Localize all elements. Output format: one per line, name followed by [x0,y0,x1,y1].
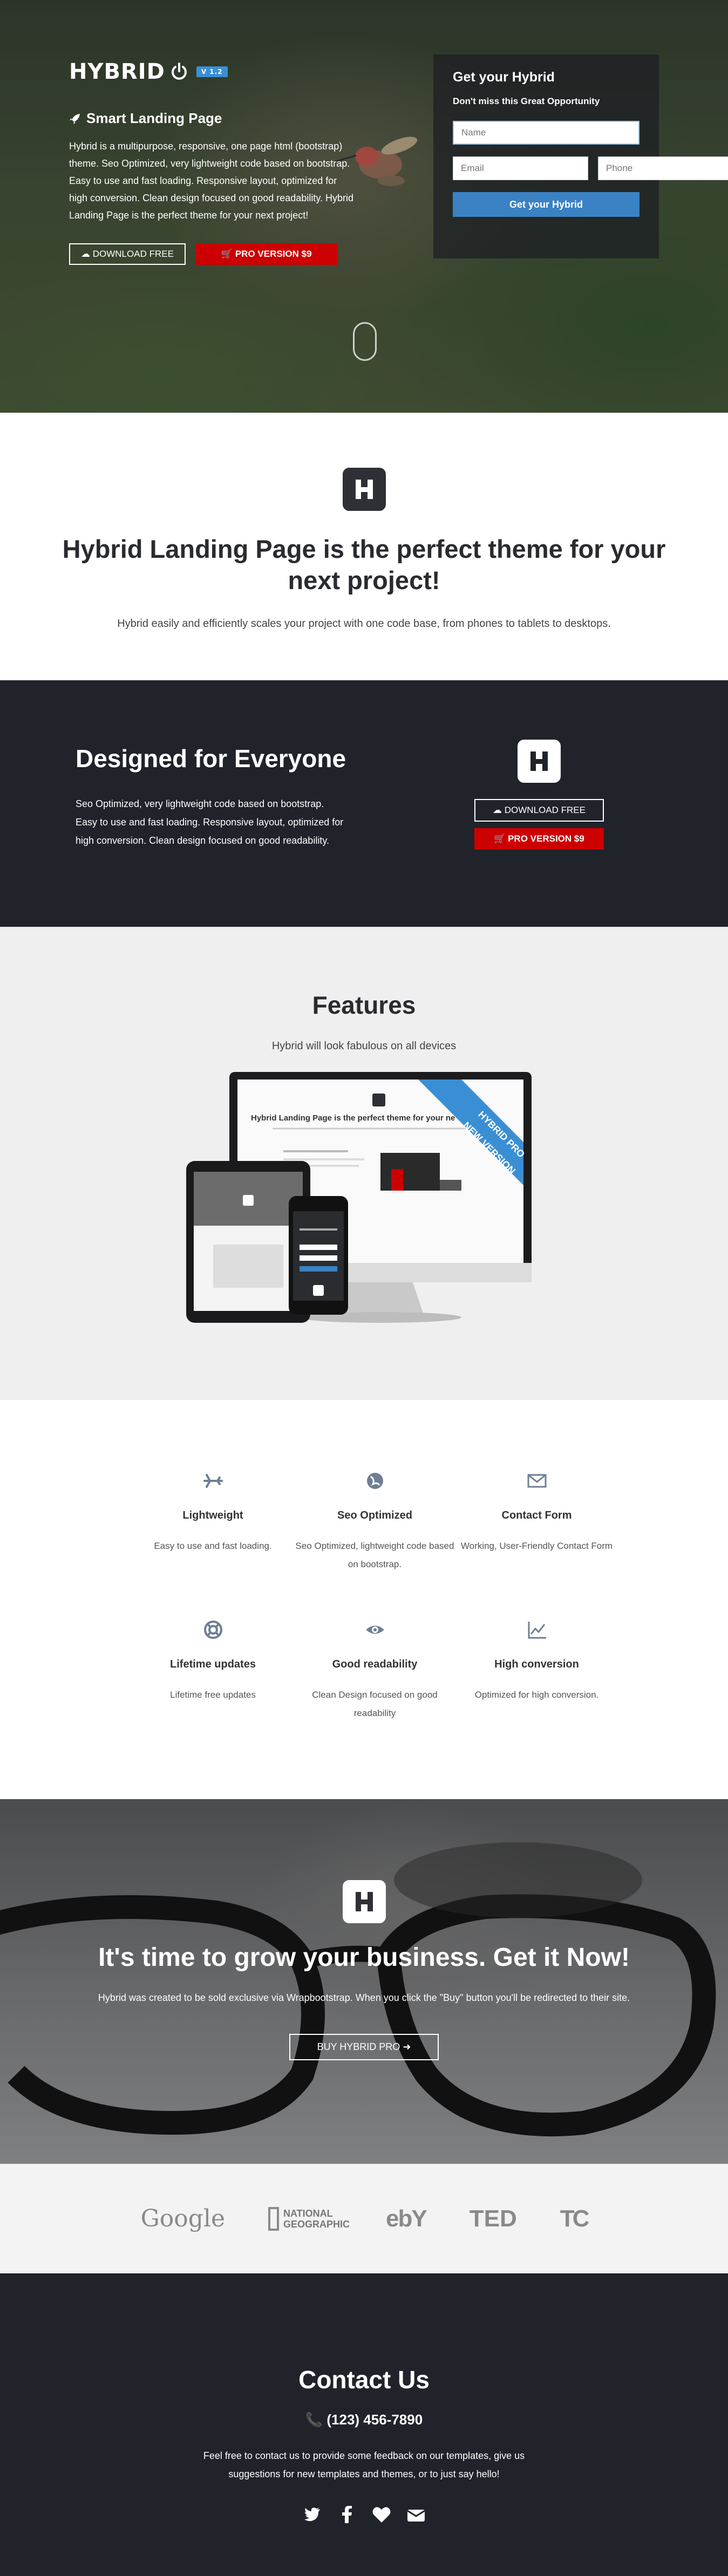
pro-version-button[interactable]: 🛒 PRO VERSION $9 [474,828,604,850]
buy-pro-button[interactable]: BUY HYBRID PRO ➜ [289,2034,439,2060]
brand-name: HYBRID [69,59,165,84]
twitter-icon[interactable] [303,2505,322,2524]
feature-item: High conversion Optimized for high conve… [456,1619,618,1723]
cart-icon: 🛒 [494,833,506,844]
hero-subtitle: Smart Landing Page [69,110,355,127]
eye-icon [365,1625,384,1634]
hero-subtitle-text: Smart Landing Page [86,110,222,126]
heart-icon[interactable] [372,2505,391,2524]
social-links [0,2505,728,2524]
envelope-icon [527,1474,546,1488]
contact-title: Contact Us [298,2366,430,2394]
intro-title: Hybrid Landing Page is the perfect theme… [62,535,666,595]
get-hybrid-button[interactable]: Get your Hybrid [453,192,639,217]
h-logo-icon [342,468,386,511]
techcrunch-logo: TC [560,2205,590,2232]
feature-text: Easy to use and fast loading. [154,1541,272,1551]
devices-mockup: Hybrid Landing Page is the perfect theme… [186,1072,542,1352]
cta-section: It's time to grow your business. Get it … [0,1799,728,2164]
feature-item: Seo Optimized Seo Optimized, lightweight… [294,1470,456,1574]
feature-text: Optimized for high conversion. [474,1690,599,1700]
contact-phone[interactable]: 📞 (123) 456-7890 [0,2411,728,2428]
feature-title: Lifetime updates [170,1658,256,1670]
phone-input[interactable] [598,156,728,180]
brand-logo[interactable]: HYBRID V 1.2 [69,59,355,84]
form-title: Get your Hybrid [453,70,555,85]
feature-item: Lightweight Easy to use and fast loading… [132,1470,294,1574]
designed-text: Seo Optimized, very lightweight code bas… [76,798,344,846]
cart-icon: 🛒 [221,249,233,259]
features-subtitle: Hybrid will look fabulous on all devices [271,1040,457,1052]
envelope-icon[interactable] [406,2505,426,2524]
pro-version-label: PRO VERSION $9 [508,833,584,844]
ted-logo: TED [469,2205,517,2232]
hero-section: HYBRID V 1.2 Smart Landing Page Hybrid i… [0,0,728,413]
designed-title: Designed for Everyone [76,744,346,773]
name-input[interactable] [453,121,639,145]
pro-version-button[interactable]: 🛒 PRO VERSION $9 [195,243,338,265]
signup-form: Get your Hybrid Don't miss this Great Op… [433,54,728,258]
feature-grid-section: Lightweight Easy to use and fast loading… [0,1400,728,1799]
feature-title: Contact Form [501,1509,572,1521]
feature-text: Lifetime free updates [170,1690,256,1700]
feature-item: Lifetime updates Lifetime free updates [132,1619,294,1723]
logos-section: Google NATIONAL GEOGRAPHIC ebY TED TC [0,2164,728,2273]
download-free-button[interactable]: ☁ DOWNLOAD FREE [474,799,604,822]
globe-icon [366,1473,383,1489]
email-input[interactable] [453,156,588,180]
features-title: Features [312,991,416,1019]
ebay-logo: ebY [386,2205,427,2232]
power-icon [171,63,187,80]
cloud-download-icon: ☁ [493,805,502,815]
chart-icon [528,1622,546,1639]
google-logo: Google [140,2205,226,2232]
cta-title: It's time to grow your business. Get it … [98,1943,630,1972]
scroll-down-mouse-icon[interactable] [353,322,377,361]
h-logo-icon [342,1880,386,1923]
national-geographic-text: NATIONAL GEOGRAPHIC [283,2208,350,2230]
download-free-label: DOWNLOAD FREE [92,249,174,259]
screen-title: Hybrid Landing Page is the perfect theme… [251,1113,455,1123]
pro-version-label: PRO VERSION $9 [235,249,312,259]
facebook-icon[interactable] [337,2505,357,2524]
h-logo-icon [518,740,561,783]
hero-description: Hybrid is a multipurpose, responsive, on… [69,141,353,221]
feature-title: Lightweight [182,1509,243,1521]
contact-section: Contact Us 📞 (123) 456-7890 Feel free to… [0,2273,728,2576]
cloud-download-icon: ☁ [81,249,90,259]
feature-item: Contact Form Working, User-Friendly Cont… [456,1470,618,1574]
contact-text: Feel free to contact us to provide some … [203,2450,525,2479]
download-free-label: DOWNLOAD FREE [504,805,586,815]
feature-title: High conversion [494,1658,579,1670]
version-badge: V 1.2 [196,66,228,77]
features-section: Features Hybrid will look fabulous on al… [0,927,728,1400]
buy-pro-label: BUY HYBRID PRO [317,2041,400,2052]
intro-section: Hybrid Landing Page is the perfect theme… [0,413,728,680]
feature-title: Seo Optimized [337,1509,412,1521]
lifebuoy-icon [203,1621,222,1639]
rocket-icon [70,113,80,124]
arrow-circle-icon: ➜ [403,2041,411,2052]
feature-text: Seo Optimized, lightweight code based on… [295,1541,454,1569]
feature-text: Clean Design focused on good readability [312,1690,438,1718]
cta-text: Hybrid was created to be sold exclusive … [98,1992,630,2003]
feature-text: Working, User-Friendly Contact Form [460,1541,613,1551]
form-subtitle: Don't miss this Great Opportunity [453,96,600,106]
national-geographic-logo: NATIONAL GEOGRAPHIC [268,2206,350,2231]
feature-title: Good readability [332,1658,418,1670]
feature-item: Good readability Clean Design focused on… [294,1619,456,1723]
phone-icon: 📞 [305,2411,323,2428]
phone-number: (123) 456-7890 [326,2411,423,2428]
designed-section: Designed for Everyone Seo Optimized, ver… [0,680,728,927]
intro-text: Hybrid easily and efficiently scales you… [117,618,611,630]
download-free-button[interactable]: ☁ DOWNLOAD FREE [69,243,186,265]
plane-icon [203,1474,223,1488]
